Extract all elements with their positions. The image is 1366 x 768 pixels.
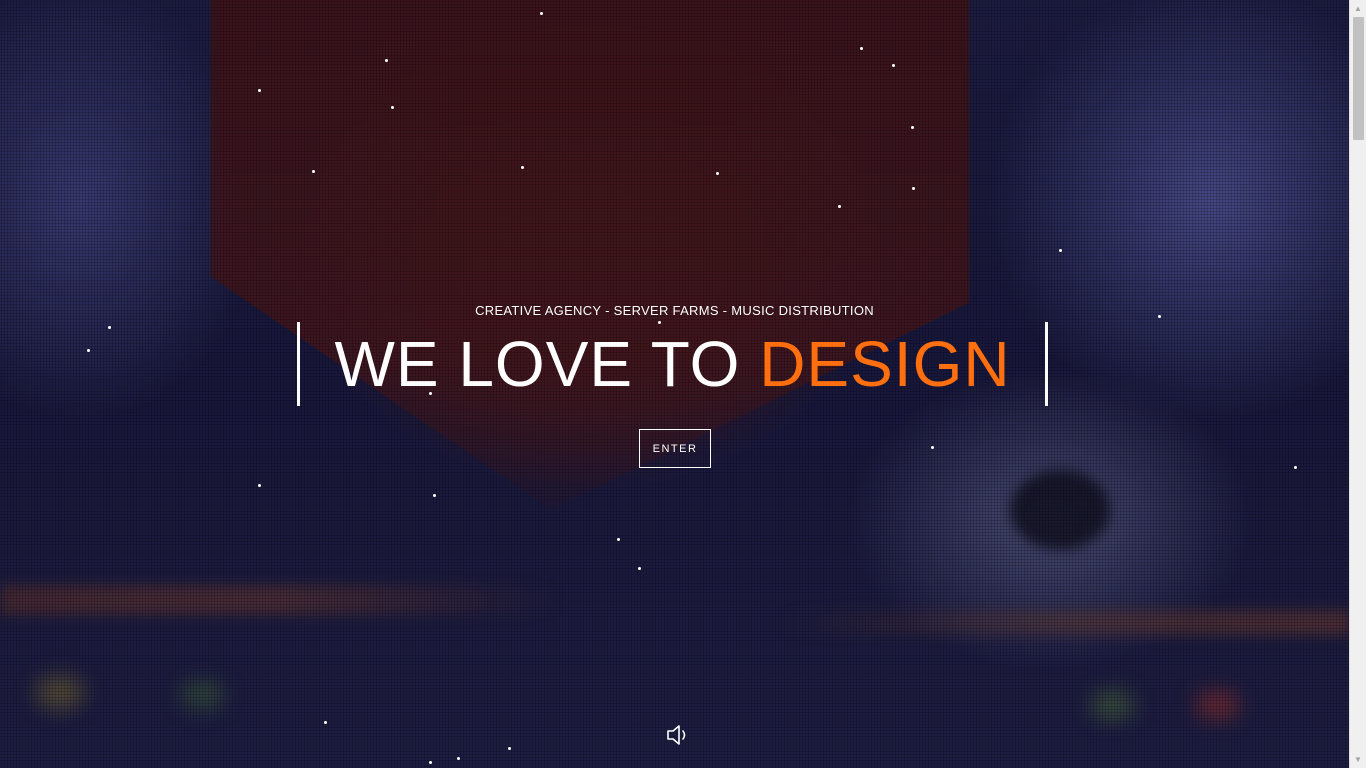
speaker-icon-graphic [667,725,686,745]
arrow-down-icon[interactable]: ▼ [1350,751,1366,768]
scrollbar-thumb[interactable] [1353,17,1364,140]
hero-headline: WE LOVE TO DESIGN [300,322,1045,406]
hero-section: CREATIVE AGENCY - SERVER FARMS - MUSIC D… [0,0,1349,768]
arrow-up-icon[interactable]: ▲ [1350,0,1366,17]
hero-tagline: CREATIVE AGENCY - SERVER FARMS - MUSIC D… [475,303,874,318]
headline-main-text: WE LOVE TO [334,328,760,400]
vertical-scrollbar[interactable]: ▲ ▼ [1349,0,1366,768]
headline-accent-text: DESIGN [759,328,1011,400]
viewport: CREATIVE AGENCY - SERVER FARMS - MUSIC D… [0,0,1366,768]
enter-button[interactable]: ENTER [639,429,711,468]
speaker-icon[interactable] [665,722,691,748]
enter-button-label: ENTER [652,442,698,455]
headline-frame: WE LOVE TO DESIGN [297,322,1048,406]
